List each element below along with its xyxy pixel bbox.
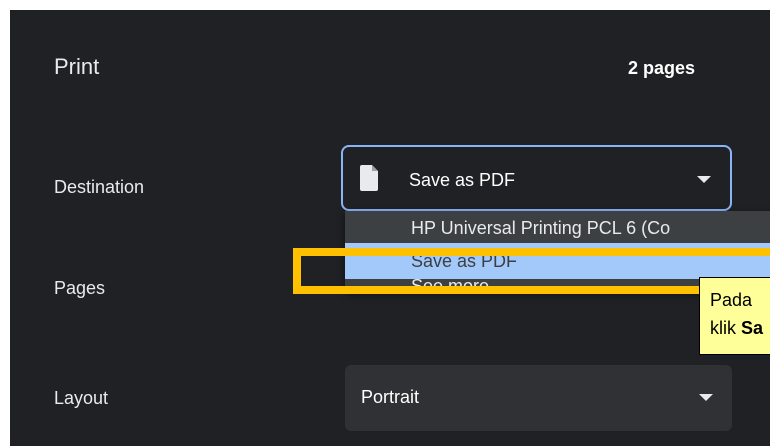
chevron-down-icon [697,176,711,183]
print-dialog: Print 2 pages Destination Pages Layout S… [10,10,770,446]
callout-line-2-bold: Sa [741,318,764,338]
callout-line-2: klik Sa [710,314,770,342]
destination-label: Destination [54,177,145,197]
chevron-down-icon [699,394,713,401]
pages-label: Pages [54,278,106,298]
file-icon [360,165,378,191]
menu-item-hp-printer[interactable]: HP Universal Printing PCL 6 (Co [345,214,770,242]
page-count: 2 pages [628,58,696,78]
layout-label: Layout [54,388,109,408]
page-title: Print [54,54,100,79]
layout-value: Portrait [361,387,420,407]
instruction-callout: Pada klik Sa [699,277,770,355]
destination-select[interactable]: Save as PDF [341,145,732,211]
callout-line-2-prefix: klik [710,318,741,338]
callout-line-1: Pada [710,290,753,310]
layout-select[interactable]: Portrait [345,365,732,431]
destination-value: Save as PDF [409,170,516,190]
